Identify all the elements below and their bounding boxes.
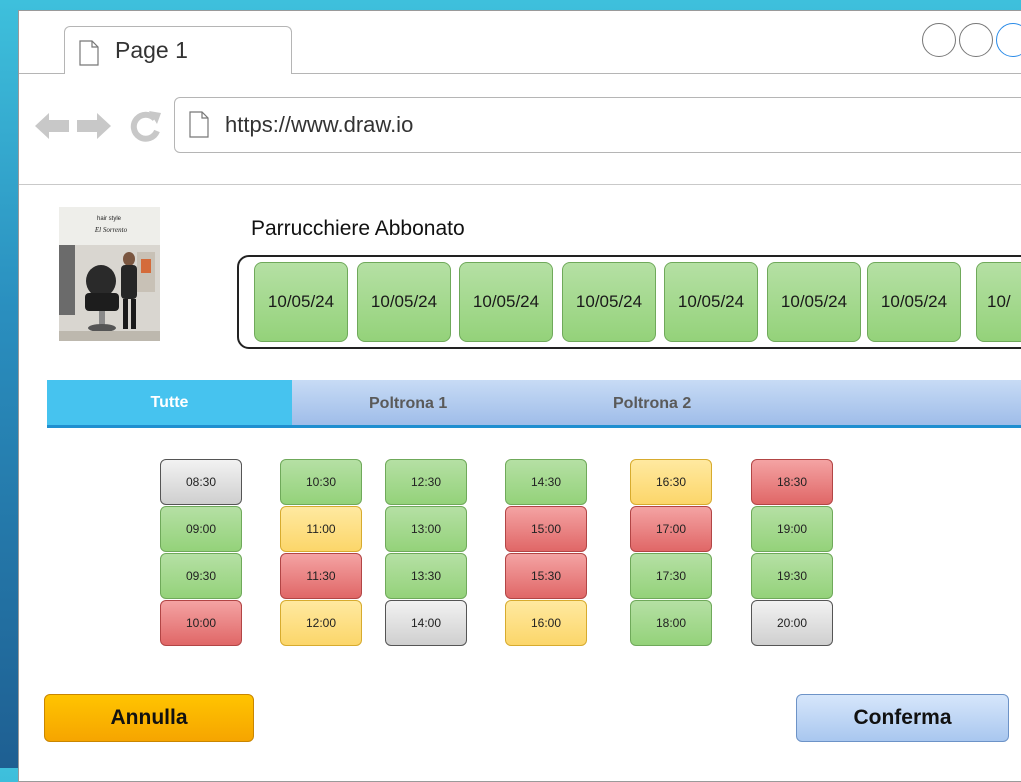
chair-filter-tabs: Tutte Poltrona 1 Poltrona 2	[47, 380, 1021, 428]
time-slot-1830[interactable]: 18:30	[751, 459, 833, 505]
time-slot-1730[interactable]: 17:30	[630, 553, 712, 599]
tab-poltrona-2[interactable]: Poltrona 2	[613, 380, 691, 428]
date-button[interactable]: 10/	[976, 262, 1021, 342]
window-close-button[interactable]	[996, 23, 1021, 57]
document-icon	[79, 40, 99, 66]
time-slot-2000[interactable]: 20:00	[751, 600, 833, 646]
time-slot-0900[interactable]: 09:00	[160, 506, 242, 552]
date-button[interactable]: 10/05/24	[459, 262, 553, 342]
time-slot-1330[interactable]: 13:30	[385, 553, 467, 599]
time-slot-1400[interactable]: 14:00	[385, 600, 467, 646]
time-slot-1500[interactable]: 15:00	[505, 506, 587, 552]
date-button[interactable]: 10/05/24	[867, 262, 961, 342]
date-selector: 10/05/24 10/05/24 10/05/24 10/05/24 10/0…	[237, 255, 1021, 349]
confirm-button[interactable]: Conferma	[796, 694, 1009, 742]
time-slot-1230[interactable]: 12:30	[385, 459, 467, 505]
tab-label: Page 1	[115, 37, 188, 63]
svg-text:hair style: hair style	[97, 216, 122, 222]
time-slot-1900[interactable]: 19:00	[751, 506, 833, 552]
date-button[interactable]: 10/05/24	[562, 262, 656, 342]
browser-window: Page 1 https://www.draw.io hair style El…	[18, 10, 1021, 782]
address-bar[interactable]: https://www.draw.io	[174, 97, 1021, 153]
tab-poltrona-1[interactable]: Poltrona 1	[369, 380, 447, 428]
navigation-bar: https://www.draw.io	[19, 74, 1021, 185]
time-slot-0930[interactable]: 09:30	[160, 553, 242, 599]
time-slot-1700[interactable]: 17:00	[630, 506, 712, 552]
svg-text:El Sorrento: El Sorrento	[94, 226, 128, 234]
window-minimize-button[interactable]	[922, 23, 956, 57]
window-maximize-button[interactable]	[959, 23, 993, 57]
time-slot-0830[interactable]: 08:30	[160, 459, 242, 505]
time-slot-1030[interactable]: 10:30	[280, 459, 362, 505]
page-icon	[189, 111, 209, 138]
time-slot-1630[interactable]: 16:30	[630, 459, 712, 505]
time-slot-1000[interactable]: 10:00	[160, 600, 242, 646]
time-slot-1800[interactable]: 18:00	[630, 600, 712, 646]
tab-page-1[interactable]: Page 1	[64, 26, 292, 74]
date-button[interactable]: 10/05/24	[357, 262, 451, 342]
tab-bar: Page 1	[19, 11, 1021, 74]
reload-icon[interactable]	[127, 109, 163, 143]
time-slot-1930[interactable]: 19:30	[751, 553, 833, 599]
time-slot-1200[interactable]: 12:00	[280, 600, 362, 646]
cancel-button[interactable]: Annulla	[44, 694, 254, 742]
time-slot-1100[interactable]: 11:00	[280, 506, 362, 552]
time-slot-1130[interactable]: 11:30	[280, 553, 362, 599]
date-button[interactable]: 10/05/24	[664, 262, 758, 342]
forward-arrow-icon[interactable]	[75, 110, 113, 142]
date-button[interactable]: 10/05/24	[254, 262, 348, 342]
back-arrow-icon[interactable]	[33, 110, 71, 142]
time-slot-1600[interactable]: 16:00	[505, 600, 587, 646]
url-text: https://www.draw.io	[225, 112, 414, 137]
time-slot-1300[interactable]: 13:00	[385, 506, 467, 552]
shop-logo-image: hair style El Sorrento	[59, 207, 160, 341]
shop-name: Parrucchiere Abbonato	[251, 217, 465, 240]
time-slot-1530[interactable]: 15:30	[505, 553, 587, 599]
tab-tutte[interactable]: Tutte	[47, 380, 292, 428]
date-button[interactable]: 10/05/24	[767, 262, 861, 342]
time-slot-1430[interactable]: 14:30	[505, 459, 587, 505]
